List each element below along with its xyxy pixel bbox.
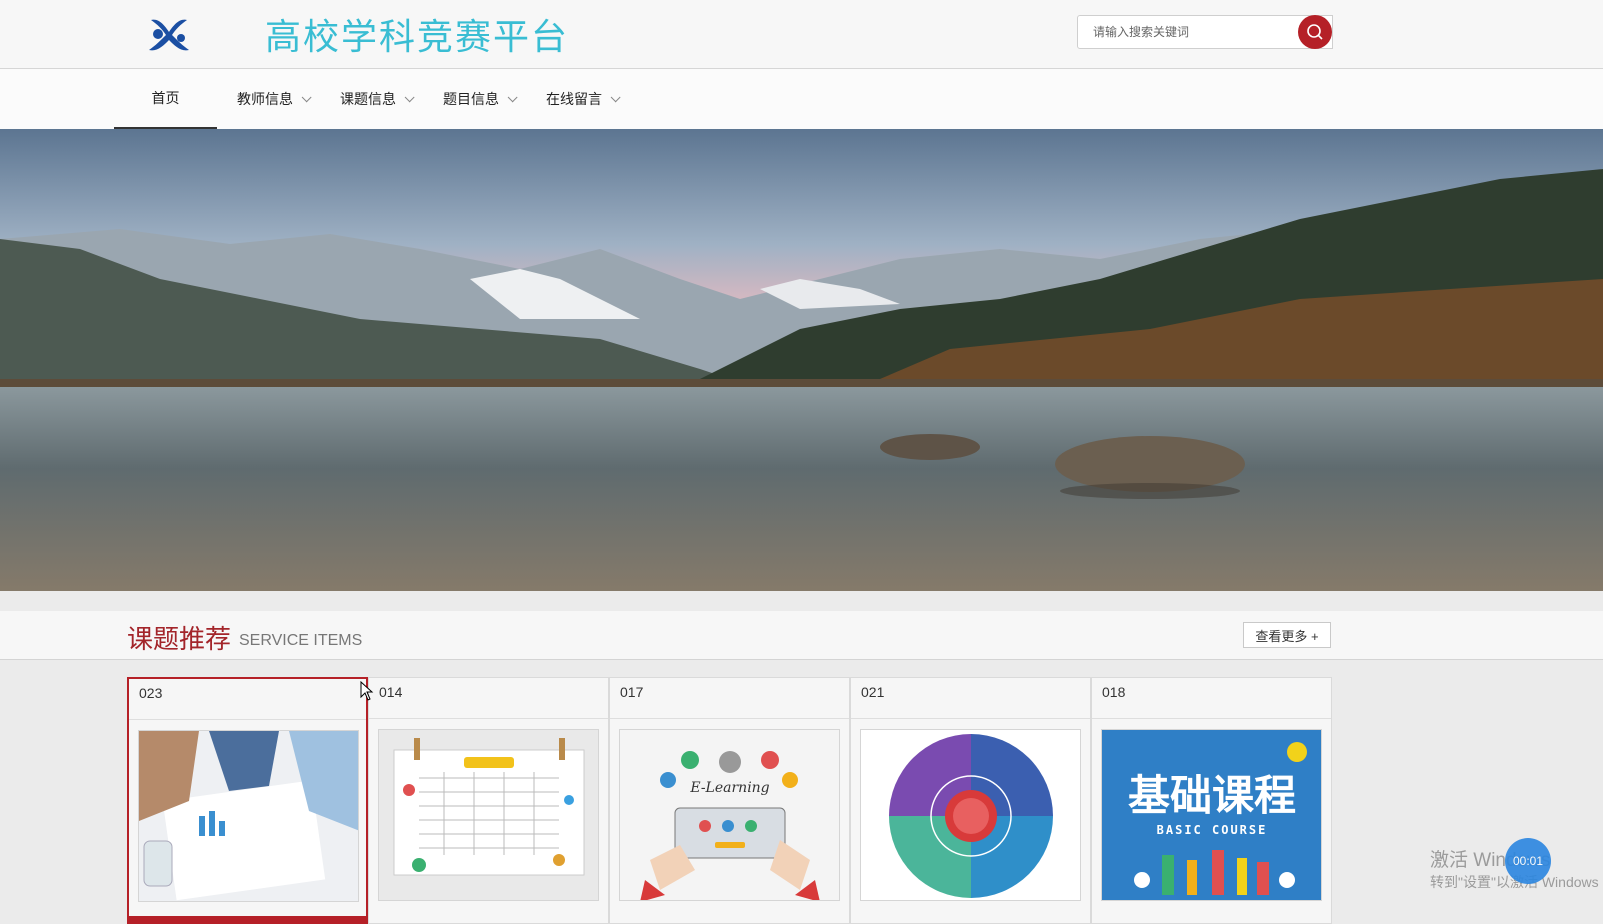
site-header: 高校学科竞赛平台: [0, 0, 1603, 69]
topic-card[interactable]: 023: [127, 677, 368, 924]
nav-item-label: 题目信息: [443, 91, 499, 107]
topic-card[interactable]: 014: [368, 677, 609, 924]
e-learning-text: E-Learning: [689, 780, 769, 796]
divider: [1092, 718, 1331, 719]
nav-item-label: 在线留言: [546, 91, 602, 107]
main-nav: 首页 教师信息 课题信息 题目信息 在线留言: [0, 69, 1603, 129]
business-meeting-image: [139, 731, 358, 901]
chevron-down-icon: [404, 91, 415, 102]
divider: [851, 718, 1090, 719]
chevron-down-icon: [610, 91, 621, 102]
topic-card-id: 014: [379, 684, 403, 700]
site-title: 高校学科竞赛平台: [265, 17, 570, 58]
topic-card[interactable]: 017 E-Learning: [609, 677, 850, 924]
nav-item-label: 教师信息: [237, 91, 293, 107]
topic-card[interactable]: 018 基础课程 BASIC COURSE: [1091, 677, 1332, 924]
divider: [610, 718, 849, 719]
topic-card-id: 021: [861, 684, 885, 700]
topic-card[interactable]: 021: [850, 677, 1091, 924]
basic-course-image: 基础课程 BASIC COURSE: [1102, 730, 1321, 900]
landscape-image: [0, 129, 1603, 591]
search-icon: [1307, 24, 1323, 40]
mouse-cursor-icon: [360, 681, 374, 701]
topic-card-image[interactable]: [138, 730, 359, 902]
basic-course-title: 基础课程: [1128, 771, 1296, 820]
search-input[interactable]: [1091, 16, 1305, 48]
nav-item-questions[interactable]: 题目信息: [443, 69, 518, 129]
section-subtitle: SERVICE ITEMS: [239, 632, 363, 649]
topic-card-image[interactable]: E-Learning: [619, 729, 840, 901]
topic-card-id: 018: [1102, 684, 1126, 700]
nav-item-teachers[interactable]: 教师信息: [237, 69, 312, 129]
class-schedule-image: [379, 730, 598, 900]
nav-item-home[interactable]: 首页: [114, 69, 217, 129]
wheel-diagram-image: [861, 730, 1080, 900]
nav-item-messages[interactable]: 在线留言: [546, 69, 621, 129]
divider: [129, 719, 366, 720]
divider: [369, 718, 608, 719]
search-box: [1077, 15, 1333, 49]
recording-timer[interactable]: 00:01: [1505, 838, 1551, 884]
topic-card-id: 017: [620, 684, 644, 700]
hero-banner[interactable]: [0, 129, 1603, 591]
view-more-button[interactable]: 查看更多 +: [1243, 622, 1331, 648]
section-title: 课题推荐: [127, 624, 232, 654]
site-logo-icon[interactable]: [145, 10, 193, 58]
topic-card-image[interactable]: [860, 729, 1081, 901]
section-header: 课题推荐 SERVICE ITEMS 查看更多 +: [0, 611, 1603, 660]
nav-item-label: 首页: [151, 90, 180, 106]
chevron-down-icon: [301, 91, 312, 102]
topic-card-image[interactable]: [378, 729, 599, 901]
topic-card-image[interactable]: 基础课程 BASIC COURSE: [1101, 729, 1322, 901]
search-button[interactable]: [1298, 15, 1332, 49]
basic-course-subtitle: BASIC COURSE: [1157, 823, 1268, 837]
topic-card-list: 023 014 017 E-Learning 021 018 基础课程 BASI…: [127, 677, 1332, 924]
selected-indicator: [127, 916, 368, 924]
chevron-down-icon: [507, 91, 518, 102]
e-learning-image: E-Learning: [620, 730, 839, 900]
nav-item-topics[interactable]: 课题信息: [340, 69, 415, 129]
topic-card-id: 023: [139, 685, 163, 701]
nav-item-label: 课题信息: [340, 91, 396, 107]
